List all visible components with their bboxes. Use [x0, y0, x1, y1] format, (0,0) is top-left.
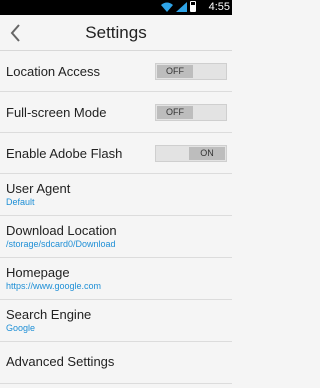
- location-access-label: Location Access: [6, 64, 100, 79]
- user-agent-value: Default: [6, 197, 35, 207]
- download-location-label: Download Location: [6, 223, 117, 238]
- advanced-settings-row[interactable]: Advanced Settings: [0, 342, 232, 384]
- location-access-toggle[interactable]: OFF: [155, 63, 227, 80]
- status-time: 4:55: [208, 1, 230, 13]
- full-screen-label: Full-screen Mode: [6, 105, 107, 120]
- toggle-state-label: OFF: [157, 65, 193, 78]
- signal-icon: [176, 1, 187, 12]
- download-location-value: /storage/sdcard0/Download: [6, 239, 116, 249]
- adobe-flash-row[interactable]: Enable Adobe Flash ON: [0, 133, 232, 174]
- advanced-settings-label: Advanced Settings: [6, 354, 115, 369]
- user-agent-row[interactable]: User Agent Default: [0, 174, 232, 216]
- status-icons: [161, 1, 196, 12]
- battery-icon: [190, 1, 196, 12]
- homepage-label: Homepage: [6, 265, 70, 280]
- download-location-row[interactable]: Download Location /storage/sdcard0/Downl…: [0, 216, 232, 258]
- homepage-value: https://www.google.com: [6, 281, 102, 291]
- action-bar: Settings: [0, 15, 232, 51]
- settings-list: Location Access OFF Full-screen Mode OFF…: [0, 51, 232, 384]
- page-title: Settings: [85, 23, 147, 42]
- adobe-flash-toggle[interactable]: ON: [155, 145, 227, 162]
- search-engine-label: Search Engine: [6, 307, 92, 322]
- wifi-icon: [161, 2, 173, 12]
- adobe-flash-label: Enable Adobe Flash: [6, 146, 123, 161]
- status-bar: 4:55: [0, 0, 232, 15]
- user-agent-label: User Agent: [6, 181, 71, 196]
- toggle-state-label: ON: [189, 147, 225, 160]
- search-engine-row[interactable]: Search Engine Google: [0, 300, 232, 342]
- full-screen-row[interactable]: Full-screen Mode OFF: [0, 92, 232, 133]
- homepage-row[interactable]: Homepage https://www.google.com: [0, 258, 232, 300]
- toggle-state-label: OFF: [157, 106, 193, 119]
- full-screen-toggle[interactable]: OFF: [155, 104, 227, 121]
- search-engine-value: Google: [6, 323, 36, 333]
- location-access-row[interactable]: Location Access OFF: [0, 51, 232, 92]
